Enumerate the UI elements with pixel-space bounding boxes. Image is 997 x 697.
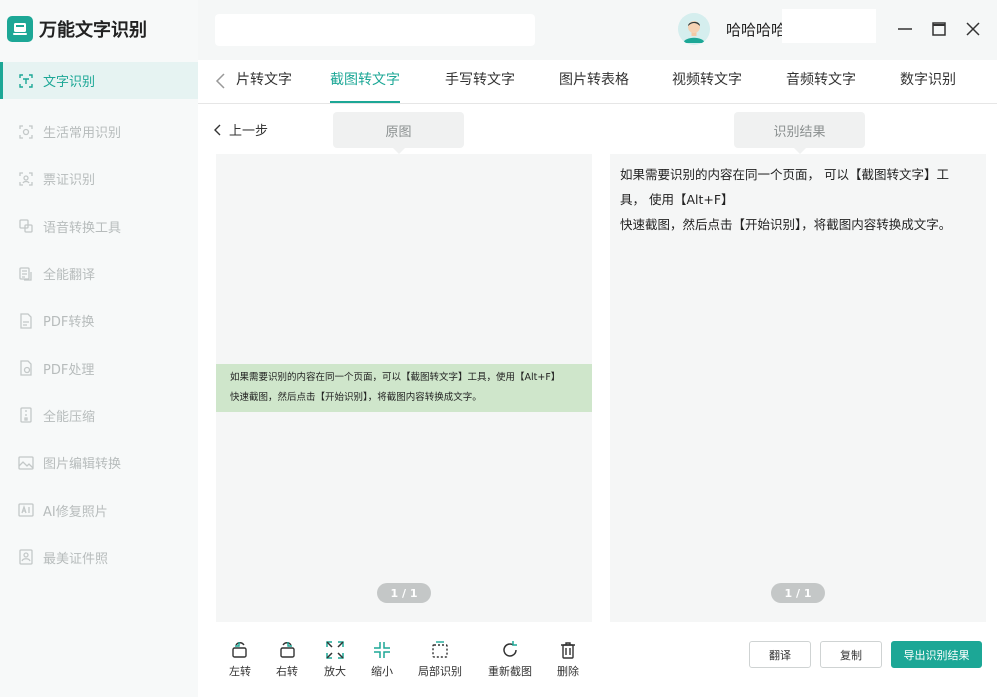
tab-image-to-table[interactable]: 图片转表格 bbox=[559, 60, 629, 103]
sidebar-item-label: 语音转换工具 bbox=[43, 220, 122, 236]
id-photo-icon bbox=[18, 549, 34, 565]
maximize-button[interactable] bbox=[929, 19, 949, 39]
tab-scroll-left-icon[interactable] bbox=[214, 72, 228, 90]
top-bar: 哈哈哈哈 bbox=[198, 0, 997, 60]
sidebar-item-label: 最美证件照 bbox=[43, 551, 109, 567]
sidebar-item-id-photo[interactable]: 最美证件照 bbox=[0, 534, 198, 581]
sidebar-item-ai-repair[interactable]: AI修复照片 bbox=[0, 486, 198, 533]
rotate-left-button[interactable]: 左转 bbox=[215, 640, 265, 679]
zoom-out-button[interactable]: 缩小 bbox=[357, 640, 407, 679]
id-scan-icon bbox=[18, 171, 34, 187]
trash-icon bbox=[558, 640, 578, 660]
crop-select-icon bbox=[430, 640, 450, 660]
sidebar-item-translate[interactable]: 全能翻译 bbox=[0, 250, 198, 297]
sidebar-item-label: PDF转换 bbox=[43, 315, 95, 331]
sidebar-item-label: PDF处理 bbox=[43, 362, 95, 378]
sidebar-item-pdf-convert[interactable]: PDF转换 bbox=[0, 297, 198, 344]
tab-handwriting-to-text[interactable]: 手写转文字 bbox=[445, 60, 515, 103]
result-line: 具， 使用【Alt+F】 bbox=[620, 192, 734, 207]
sidebar-item-label: AI修复照片 bbox=[43, 504, 108, 520]
sidebar-item-ticket-recognition[interactable]: 票证识别 bbox=[0, 155, 198, 202]
export-results-button[interactable]: 导出识别结果 bbox=[891, 641, 982, 668]
pdf-process-icon bbox=[18, 360, 34, 376]
close-button[interactable] bbox=[963, 19, 983, 39]
result-text[interactable]: 如果需要识别的内容在同一个页面， 可以【截图转文字】工 具， 使用【Alt+F】… bbox=[620, 162, 980, 237]
sidebar-item-image-edit[interactable]: 图片编辑转换 bbox=[0, 439, 198, 486]
ai-repair-icon bbox=[18, 502, 34, 518]
rotate-right-button[interactable]: 右转 bbox=[262, 640, 312, 679]
sidebar-item-compress[interactable]: 全能压缩 bbox=[0, 392, 198, 439]
shrink-icon bbox=[372, 640, 392, 660]
close-icon bbox=[966, 22, 980, 36]
sidebar-item-voice-tools[interactable]: 语音转换工具 bbox=[0, 203, 198, 250]
pdf-convert-icon bbox=[18, 313, 34, 329]
rotate-right-icon bbox=[277, 640, 297, 660]
text-scan-icon bbox=[18, 73, 34, 89]
sidebar-item-text-recognition[interactable]: 文字识别 bbox=[0, 62, 198, 99]
result-label: 识别结果 bbox=[734, 112, 865, 154]
voice-convert-icon bbox=[18, 218, 34, 234]
original-label: 原图 bbox=[333, 112, 464, 154]
right-page-indicator: 1 / 1 bbox=[771, 583, 825, 603]
copy-button[interactable]: 复制 bbox=[820, 641, 882, 668]
snip-line: 如果需要识别的内容在同一个页面，可以【截图转文字】工具，使用【Alt+F】 bbox=[230, 372, 561, 383]
translate-button[interactable]: 翻译 bbox=[749, 641, 811, 668]
chevron-left-icon bbox=[214, 124, 221, 135]
sidebar-item-label: 文字识别 bbox=[43, 75, 96, 90]
search-box[interactable] bbox=[215, 14, 535, 46]
original-image-panel: 如果需要识别的内容在同一个页面，可以【截图转文字】工具，使用【Alt+F】 快速… bbox=[216, 154, 592, 622]
expand-icon bbox=[325, 640, 345, 660]
username: 哈哈哈哈 bbox=[726, 20, 787, 39]
tab-number-recognition[interactable]: 数字识别 bbox=[900, 60, 956, 103]
tab-audio-to-text[interactable]: 音频转文字 bbox=[786, 60, 856, 103]
result-line: 如果需要识别的内容在同一个页面， 可以【截图转文字】工 bbox=[620, 167, 949, 182]
partial-recognition-button[interactable]: 局部识别 bbox=[415, 640, 465, 679]
back-label: 上一步 bbox=[229, 124, 269, 139]
tab-image-to-text[interactable]: 片转文字 bbox=[236, 60, 292, 103]
refresh-icon bbox=[500, 640, 520, 660]
feature-tabs: 片转文字 截图转文字 手写转文字 图片转表格 视频转文字 音频转文字 数字识别 bbox=[198, 60, 997, 104]
sidebar-item-life-recognition[interactable]: 生活常用识别 bbox=[0, 108, 198, 155]
tab-video-to-text[interactable]: 视频转文字 bbox=[672, 60, 742, 103]
user-profile[interactable]: 哈哈哈哈 bbox=[678, 9, 786, 49]
sidebar-nav: 文字识别 生活常用识别 票证识别 语音转换工具 全能翻译 PDF转换 PDF处理… bbox=[0, 62, 198, 581]
sidebar-item-label: 票证识别 bbox=[43, 173, 96, 189]
compress-icon bbox=[18, 407, 34, 424]
sidebar: 万能文字识别 文字识别 生活常用识别 票证识别 语音转换工具 全能翻译 PDF转… bbox=[0, 0, 198, 697]
delete-button[interactable]: 删除 bbox=[543, 640, 593, 679]
minimize-button[interactable] bbox=[895, 19, 915, 39]
minimize-icon bbox=[898, 28, 912, 30]
sidebar-item-label: 生活常用识别 bbox=[43, 126, 122, 142]
screenshot-image: 如果需要识别的内容在同一个页面，可以【截图转文字】工具，使用【Alt+F】 快速… bbox=[216, 364, 592, 412]
sidebar-item-pdf-process[interactable]: PDF处理 bbox=[0, 344, 198, 391]
user-info-blur bbox=[782, 9, 876, 43]
recapture-button[interactable]: 重新截图 bbox=[485, 640, 535, 679]
sidebar-item-label: 图片编辑转换 bbox=[43, 457, 122, 473]
image-edit-icon bbox=[18, 455, 34, 471]
app-logo-icon bbox=[7, 16, 33, 42]
sidebar-item-label: 全能翻译 bbox=[43, 268, 96, 284]
app-logo: 万能文字识别 bbox=[7, 12, 147, 46]
left-page-indicator: 1 / 1 bbox=[377, 583, 431, 603]
back-button[interactable]: 上一步 bbox=[213, 120, 268, 139]
sidebar-item-label: 全能压缩 bbox=[43, 409, 96, 425]
scan-frame-icon bbox=[18, 124, 34, 140]
rotate-left-icon bbox=[230, 640, 250, 660]
zoom-in-button[interactable]: 放大 bbox=[310, 640, 360, 679]
translate-icon bbox=[18, 266, 34, 282]
avatar bbox=[678, 13, 710, 45]
snip-line: 快速截图，然后点击【开始识别】，将截图内容转换成文字。 bbox=[230, 392, 482, 403]
app-title: 万能文字识别 bbox=[39, 20, 147, 41]
result-line: 快速截图，然后点击【开始识别】，将截图内容转换成文字。 bbox=[620, 217, 952, 232]
maximize-icon bbox=[932, 22, 946, 36]
result-panel[interactable]: 如果需要识别的内容在同一个页面， 可以【截图转文字】工 具， 使用【Alt+F】… bbox=[610, 154, 986, 622]
tab-screenshot-to-text[interactable]: 截图转文字 bbox=[320, 60, 410, 103]
